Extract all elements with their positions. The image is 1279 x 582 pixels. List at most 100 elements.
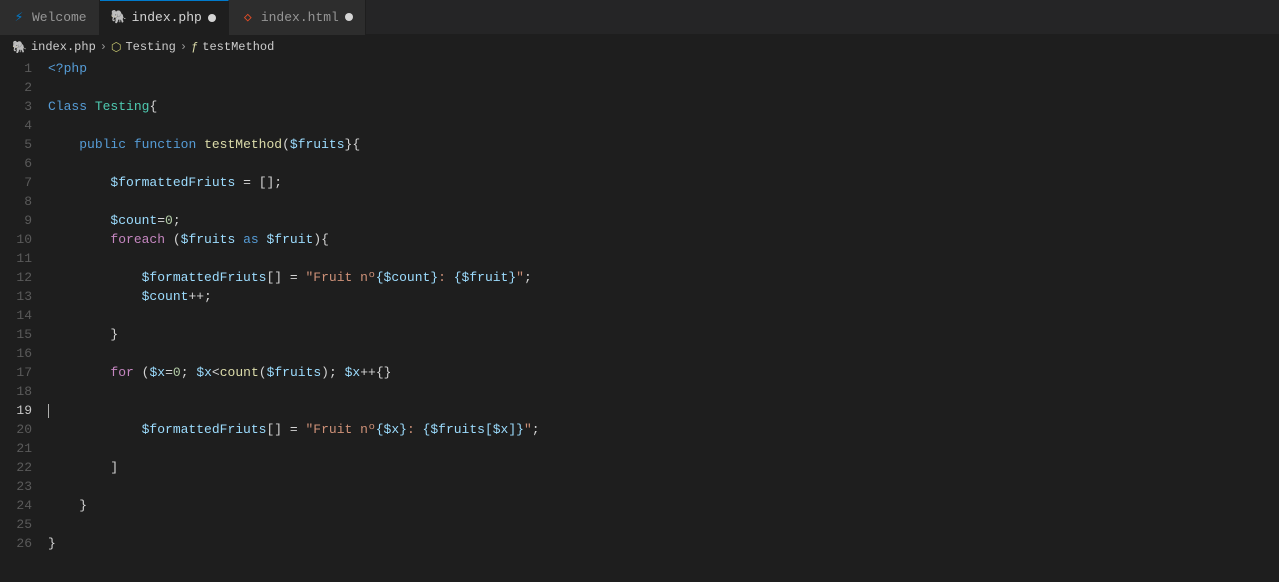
tab-index-html-label: index.html [261,10,339,25]
table-row: 2 [0,78,1279,97]
tab-welcome[interactable]: ⚡ Welcome [0,0,100,35]
line-content [48,344,1279,363]
tab-bar: ⚡ Welcome 🐘 index.php ◇ index.html [0,0,1279,35]
table-row: 16 [0,344,1279,363]
table-row: 18 [0,382,1279,401]
line-number: 23 [0,477,48,496]
line-content: $formattedFriuts[] = "Fruit nº{$count}: … [48,268,1279,287]
table-row: 21 [0,439,1279,458]
line-number: 10 [0,230,48,249]
line-number: 20 [0,420,48,439]
line-content: } [48,325,1279,344]
line-number: 1 [0,59,48,78]
line-content [48,439,1279,458]
table-row: 19 [0,401,1279,420]
line-content: $formattedFriuts = []; [48,173,1279,192]
html-icon: ◇ [241,10,255,24]
line-content [48,306,1279,325]
line-number: 22 [0,458,48,477]
line-content: $count++; [48,287,1279,306]
line-number: 9 [0,211,48,230]
table-row: 3Class Testing{ [0,97,1279,116]
line-content [48,515,1279,534]
table-row: 26} [0,534,1279,553]
line-number: 16 [0,344,48,363]
table-row: 7 $formattedFriuts = []; [0,173,1279,192]
tab-index-php[interactable]: 🐘 index.php [100,0,229,35]
table-row: 4 [0,116,1279,135]
table-row: 14 [0,306,1279,325]
line-number: 3 [0,97,48,116]
line-number: 4 [0,116,48,135]
line-content: for ($x=0; $x<count($fruits); $x++{} [48,363,1279,382]
breadcrumb-file[interactable]: 🐘 index.php [12,40,96,55]
table-row: 11 [0,249,1279,268]
php-icon: 🐘 [112,11,126,25]
line-number: 25 [0,515,48,534]
breadcrumb-file-label: index.php [31,40,96,54]
table-row: 13 $count++; [0,287,1279,306]
line-content [48,382,1279,401]
table-row: 20 $formattedFriuts[] = "Fruit nº{$x}: {… [0,420,1279,439]
line-number: 11 [0,249,48,268]
line-content: Class Testing{ [48,97,1279,116]
line-number: 24 [0,496,48,515]
line-number: 2 [0,78,48,97]
tab-html-modified-dot [345,13,353,21]
breadcrumb-sep-2: › [180,40,187,54]
line-content [48,401,1279,420]
line-number: 21 [0,439,48,458]
table-row: 15 } [0,325,1279,344]
line-content: <?php [48,59,1279,78]
table-row: 5 public function testMethod($fruits}{ [0,135,1279,154]
vscode-icon: ⚡ [12,10,26,24]
table-row: 9 $count=0; [0,211,1279,230]
tab-index-php-label: index.php [132,10,202,25]
table-row: 22 ] [0,458,1279,477]
breadcrumb-class-icon: ⬡ [111,40,121,55]
line-number: 12 [0,268,48,287]
breadcrumb: 🐘 index.php › ⬡ Testing › ƒ testMethod [0,35,1279,59]
breadcrumb-class-label: Testing [125,40,175,54]
table-row: 23 [0,477,1279,496]
breadcrumb-php-icon: 🐘 [12,40,27,55]
text-cursor [48,404,49,418]
table-row: 24 } [0,496,1279,515]
line-content: $formattedFriuts[] = "Fruit nº{$x}: {$fr… [48,420,1279,439]
editor-area[interactable]: 1<?php2 3Class Testing{4 5 public functi… [0,59,1279,582]
line-content: } [48,534,1279,553]
line-number: 26 [0,534,48,553]
line-number: 15 [0,325,48,344]
line-content [48,192,1279,211]
line-number: 17 [0,363,48,382]
line-number: 5 [0,135,48,154]
line-content [48,249,1279,268]
breadcrumb-method[interactable]: ƒ testMethod [191,40,274,54]
table-row: 6 [0,154,1279,173]
line-number: 8 [0,192,48,211]
breadcrumb-class[interactable]: ⬡ Testing [111,40,176,55]
line-content [48,78,1279,97]
table-row: 10 foreach ($fruits as $fruit){ [0,230,1279,249]
tab-modified-dot [208,14,216,22]
tab-index-html[interactable]: ◇ index.html [229,0,366,35]
table-row: 8 [0,192,1279,211]
line-number: 7 [0,173,48,192]
table-row: 17 for ($x=0; $x<count($fruits); $x++{} [0,363,1279,382]
line-content [48,116,1279,135]
table-row: 12 $formattedFriuts[] = "Fruit nº{$count… [0,268,1279,287]
line-content: $count=0; [48,211,1279,230]
line-content [48,154,1279,173]
breadcrumb-method-label: testMethod [202,40,274,54]
breadcrumb-sep-1: › [100,40,107,54]
line-content: } [48,496,1279,515]
line-content: ] [48,458,1279,477]
line-content: public function testMethod($fruits}{ [48,135,1279,154]
breadcrumb-method-icon: ƒ [191,40,198,54]
line-number: 18 [0,382,48,401]
line-number: 19 [0,401,48,420]
table-row: 1<?php [0,59,1279,78]
line-number: 14 [0,306,48,325]
tab-welcome-label: Welcome [32,10,87,25]
table-row: 25 [0,515,1279,534]
